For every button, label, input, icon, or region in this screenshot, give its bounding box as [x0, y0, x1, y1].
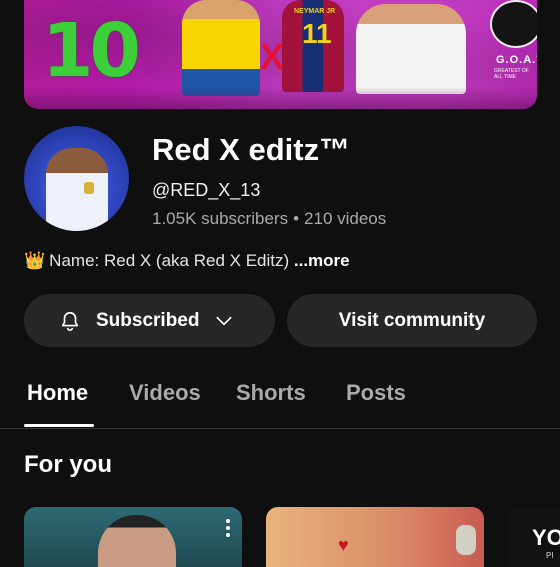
visit-community-button[interactable]: Visit community — [287, 294, 537, 347]
channel-description[interactable]: 👑 Name: Red X (aka Red X Editz) ...more — [24, 251, 350, 271]
video-count: 210 videos — [304, 209, 387, 228]
tab-posts[interactable]: Posts — [346, 380, 406, 406]
more-vert-icon[interactable] — [226, 519, 230, 537]
chevron-down-icon — [214, 311, 234, 331]
banner-player-2-name: NEYMAR JR — [294, 8, 336, 15]
channel-stats: 1.05K subscribers • 210 videos — [152, 209, 386, 229]
video-thumbnail — [456, 525, 476, 555]
avatar-crest — [84, 182, 94, 194]
avatar-figure — [46, 148, 108, 231]
thumbnail-subtext: PI — [546, 551, 554, 560]
banner-shade — [24, 87, 537, 109]
video-card[interactable]: YO PI — [508, 507, 560, 567]
channel-handle: @RED_X_13 — [152, 180, 261, 200]
more-link[interactable]: ...more — [294, 251, 350, 270]
banner-player-3 — [356, 4, 466, 94]
crown-icon: 👑 — [24, 251, 46, 270]
tab-videos[interactable]: Videos — [129, 380, 201, 406]
goat-text: G.O.A.T — [496, 54, 537, 66]
banner-player-2-number: 11 — [302, 18, 332, 49]
description-text: Name: Red X (aka Red X Editz) — [49, 251, 290, 270]
subscribed-button[interactable]: Subscribed — [24, 294, 275, 347]
video-card[interactable] — [24, 507, 242, 567]
active-tab-indicator — [24, 424, 94, 427]
stats-separator: • — [293, 209, 300, 228]
channel-name: Red X editz™ — [152, 132, 351, 167]
tab-shorts[interactable]: Shorts — [236, 380, 306, 406]
banner-player-1 — [182, 0, 260, 96]
banner-jersey-number: 10 — [42, 8, 141, 94]
heart-icon: ♥ — [338, 535, 349, 555]
section-title: For you — [24, 451, 112, 478]
subscriber-count: 1.05K subscribers — [152, 209, 289, 228]
goat-subtext: GREATEST OF ALL TIME — [494, 68, 529, 80]
video-card[interactable]: ♥ — [266, 507, 484, 567]
channel-banner[interactable]: 10 X NEYMAR JR 11 G.O.A.T GREATEST OF AL… — [24, 0, 537, 109]
bell-icon — [59, 310, 81, 332]
tabs-divider — [0, 428, 560, 429]
thumbnail-text: YO — [532, 525, 560, 550]
tab-home[interactable]: Home — [27, 380, 88, 406]
channel-avatar[interactable] — [24, 126, 129, 231]
goat-logo — [490, 0, 537, 48]
subscribed-label: Subscribed — [96, 309, 200, 331]
banner-logo-mark: X — [260, 36, 284, 77]
video-thumbnail — [98, 515, 176, 567]
